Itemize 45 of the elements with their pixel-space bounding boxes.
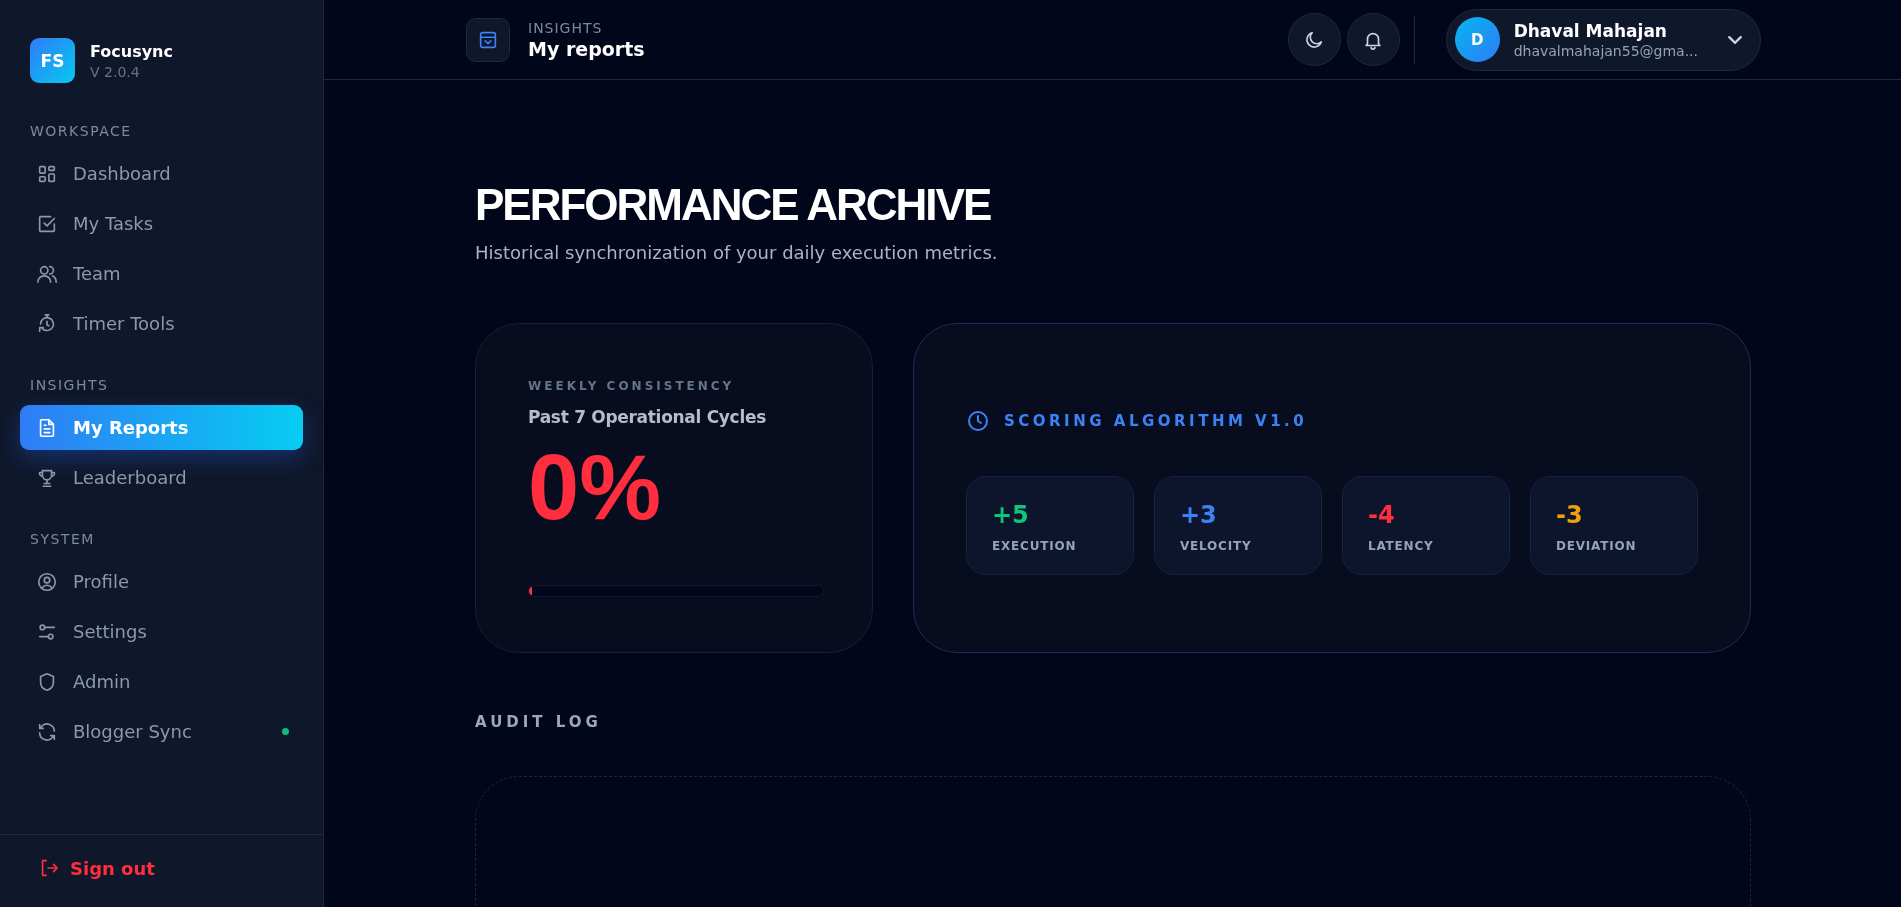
scoring-title: SCORING ALGORITHM V1.0: [1004, 412, 1308, 430]
nav-item[interactable]: Dashboard: [20, 151, 303, 196]
consistency-percentage: 0%: [528, 441, 662, 533]
metric-value: -4: [1368, 501, 1396, 529]
metric-label: LATENCY: [1368, 539, 1435, 553]
section-label: INSIGHTS: [29, 377, 110, 395]
notifications-button[interactable]: [1346, 13, 1400, 66]
nav-item[interactable]: Leaderboard: [20, 455, 303, 500]
metric-value: +3: [1180, 501, 1218, 529]
page-title: PERFORMANCE ARCHIVE: [475, 180, 992, 230]
nav-item[interactable]: My Tasks: [20, 201, 303, 246]
nav-item[interactable]: Timer Tools: [20, 301, 303, 346]
sync-icon: [36, 720, 58, 743]
page-subtitle: Historical synchronization of your daily execution metrics.: [475, 242, 999, 263]
nav-item[interactable]: Team: [20, 251, 303, 296]
section-label: WORKSPACE: [29, 123, 133, 141]
metric-value: +5: [992, 501, 1030, 529]
nav-item[interactable]: Profile: [20, 559, 303, 604]
user-avatar: D: [1454, 17, 1500, 62]
theme-toggle-button[interactable]: [1287, 13, 1341, 66]
user-circle-icon: [36, 570, 58, 593]
metric-label: VELOCITY: [1180, 539, 1253, 553]
user-email: dhavalmahajan55@gma...: [1513, 42, 1698, 59]
nav-item[interactable]: Admin: [20, 659, 303, 704]
nav-item[interactable]: Settings: [20, 609, 303, 654]
page-heading: My reports: [528, 37, 645, 60]
metric-label: EXECUTION: [992, 539, 1078, 553]
clock-icon: [966, 409, 990, 433]
section-label: SYSTEM: [29, 531, 96, 549]
metric-label: DEVIATION: [1556, 539, 1638, 553]
inbox-icon: [466, 17, 510, 62]
user-name: Dhaval Mahajan: [1513, 20, 1668, 41]
nav-item[interactable]: My Reports: [20, 405, 303, 450]
breadcrumb-section: INSIGHTS: [528, 19, 645, 36]
app-name: Focusync: [90, 41, 173, 61]
sign-out-link[interactable]: Sign out: [38, 857, 285, 879]
nav-item[interactable]: Blogger Sync: [20, 709, 303, 754]
card-label: WEEKLY CONSISTENCY: [528, 379, 736, 393]
chevron-down-icon: [1728, 35, 1742, 44]
app-logo: FS: [30, 38, 75, 83]
section-heading: AUDIT LOG: [475, 713, 603, 731]
metric-value: -3: [1556, 501, 1584, 529]
card-caption: Past 7 Operational Cycles: [528, 407, 767, 427]
user-menu[interactable]: D Dhaval Mahajan dhavalmahajan55@gma...: [1445, 8, 1761, 71]
app-version: V 2.0.4: [90, 63, 141, 80]
